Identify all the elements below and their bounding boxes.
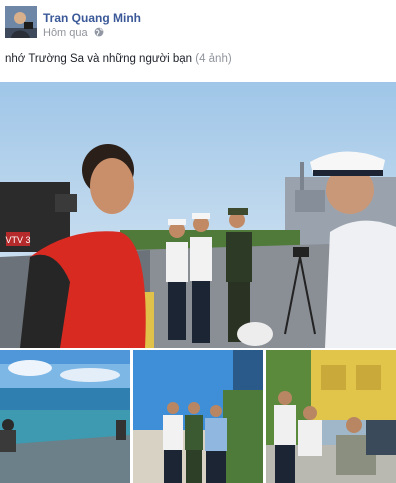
avatar[interactable]: [5, 6, 37, 38]
globe-icon[interactable]: [94, 27, 104, 37]
main-photo[interactable]: VTV 3: [0, 82, 396, 348]
thumbnail-photo[interactable]: [133, 350, 263, 483]
post-caption: nhớ Trường Sa và những người bạn (4 ảnh): [5, 53, 232, 65]
post-header: Tran Quang Minh Hôm qua: [5, 6, 391, 42]
photo-count[interactable]: (4 ảnh): [195, 53, 231, 65]
vtv-badge: VTV 3: [5, 235, 30, 245]
post-meta: Hôm qua: [43, 27, 104, 39]
thumbnail-photo[interactable]: [0, 350, 130, 483]
author-name-link[interactable]: Tran Quang Minh: [43, 11, 141, 25]
thumbnail-photo[interactable]: [266, 350, 396, 483]
timestamp-link[interactable]: Hôm qua: [43, 27, 88, 39]
caption-text: nhớ Trường Sa và những người bạn: [5, 53, 193, 65]
